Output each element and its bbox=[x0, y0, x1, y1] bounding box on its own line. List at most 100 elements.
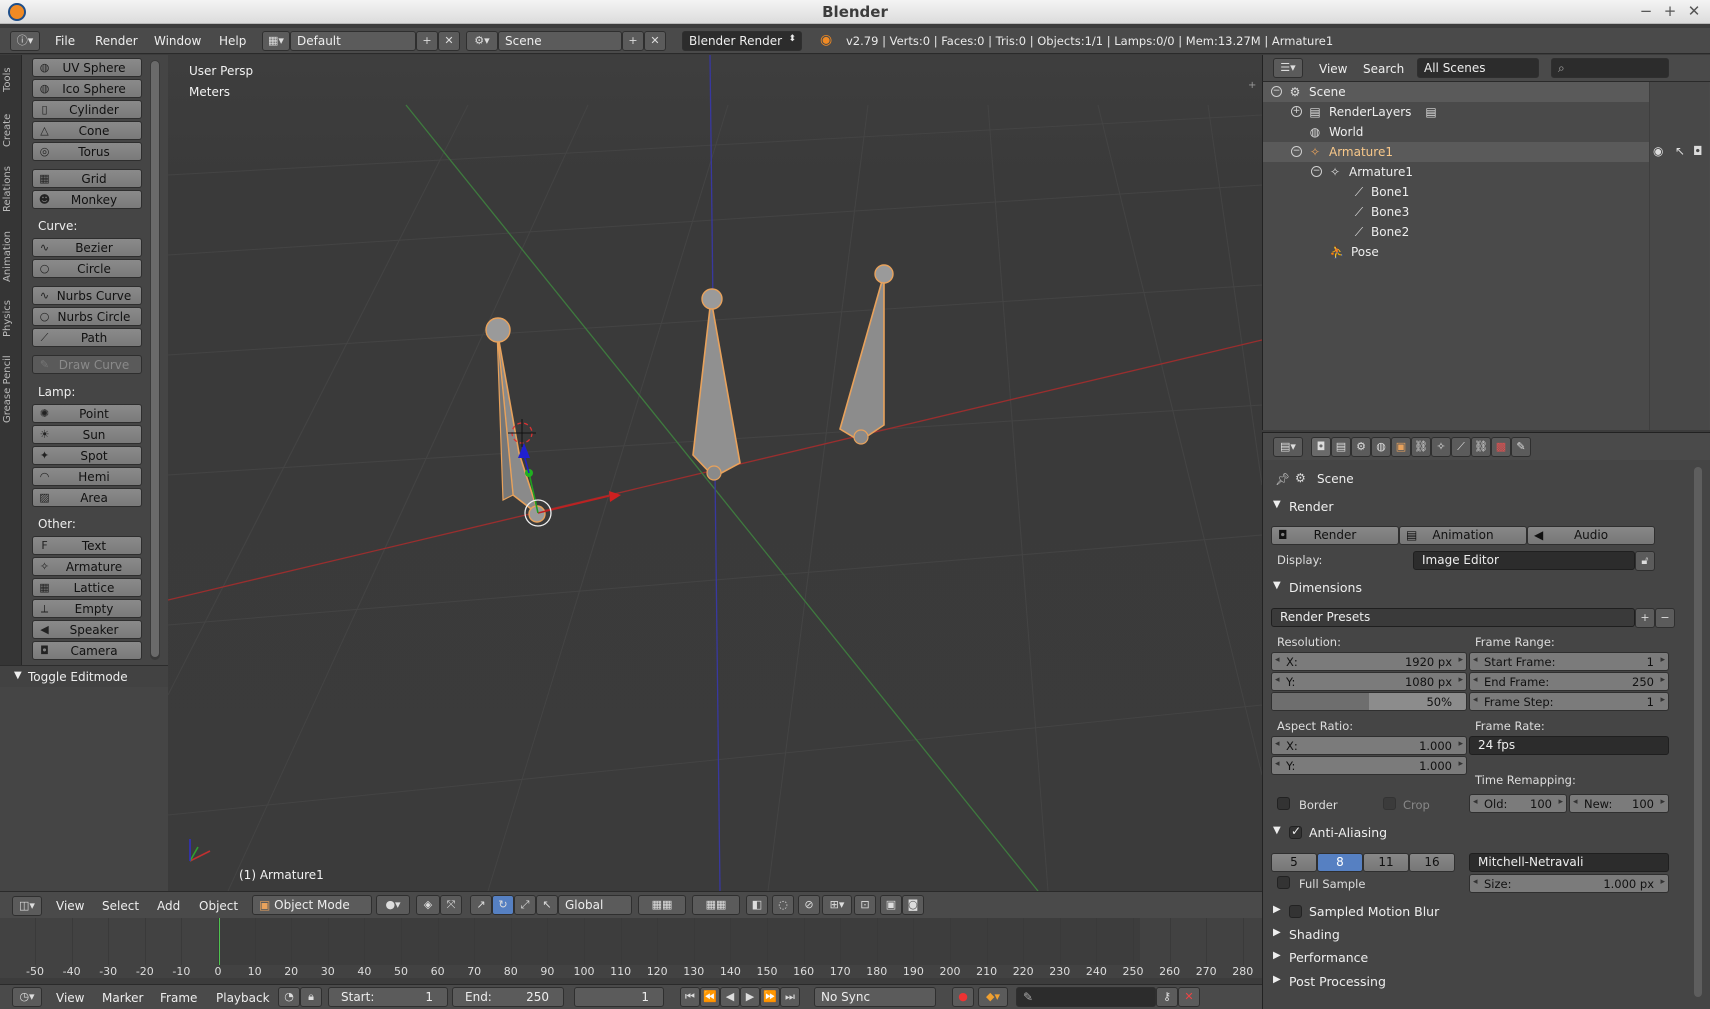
aa-filter-select[interactable]: Mitchell-Netravali bbox=[1469, 853, 1669, 872]
add-bezier-button[interactable]: ∿ Bezier bbox=[32, 238, 142, 257]
object-tab-icon[interactable]: ▣ bbox=[1391, 437, 1411, 457]
properties-editor-type-icon[interactable]: ▤▾ bbox=[1273, 437, 1303, 457]
aa-samples-11-button[interactable]: 11 bbox=[1363, 853, 1409, 872]
end-frame-prop-field[interactable]: ◂ End Frame: 250 ▸ bbox=[1469, 672, 1669, 691]
aa-samples-8-button[interactable]: 8 bbox=[1317, 853, 1363, 872]
time-remap-old-field[interactable]: ◂ Old: 100 ▸ bbox=[1469, 794, 1567, 813]
keying-icon[interactable]: ◆▾ bbox=[978, 987, 1008, 1007]
render-presets-select[interactable]: Render Presets bbox=[1271, 608, 1635, 627]
frame-step-field[interactable]: ◂ Frame Step: 1 ▸ bbox=[1469, 692, 1669, 711]
outliner-search-input[interactable]: ⌕ bbox=[1551, 58, 1669, 78]
add-path-button[interactable]: ⟋ Path bbox=[32, 328, 142, 347]
sync-mode-select[interactable]: No Sync bbox=[814, 987, 936, 1007]
layers-block-2-icon[interactable]: ▦▦ bbox=[692, 895, 740, 915]
minimize-button[interactable]: − bbox=[1636, 2, 1656, 20]
keying-set-field[interactable]: ✎ bbox=[1016, 987, 1156, 1007]
audio-button[interactable]: ◀ Audio bbox=[1527, 526, 1655, 545]
screen-layout-icon[interactable]: ▦▾ bbox=[262, 31, 290, 51]
resolution-x-field[interactable]: ◂ X: 1920 px ▸ bbox=[1271, 652, 1467, 671]
add-hemi-lamp-button[interactable]: ◠ Hemi bbox=[32, 467, 142, 486]
menu-file[interactable]: File bbox=[55, 34, 75, 48]
render-tab-icon[interactable]: ◘ bbox=[1311, 437, 1331, 457]
outliner-row-bone3[interactable]: ⟋ Bone3 bbox=[1263, 202, 1649, 222]
timeline-menu-frame[interactable]: Frame bbox=[160, 991, 197, 1005]
scene-selector-icon[interactable]: ⚙▾ bbox=[466, 31, 498, 51]
world-tab-icon[interactable]: ◍ bbox=[1371, 437, 1391, 457]
outliner-row-scene[interactable]: − ⚙ Scene bbox=[1263, 82, 1649, 102]
bone-tab-icon[interactable]: ⟋ bbox=[1451, 437, 1471, 457]
viewport-corner-widget[interactable]: + bbox=[1248, 80, 1256, 91]
editor-type-icon[interactable]: ◫▾ bbox=[12, 896, 42, 916]
add-speaker-button[interactable]: ◀ Speaker bbox=[32, 620, 142, 639]
add-cone-button[interactable]: △ Cone bbox=[32, 121, 142, 140]
sampled-motion-blur-panel-header[interactable]: ▶ Sampled Motion Blur bbox=[1263, 901, 1699, 923]
lock-range-icon[interactable]: 🔒︎ bbox=[300, 987, 322, 1007]
info-editor-type-icon[interactable]: ⓘ▾ bbox=[10, 31, 40, 51]
aspect-y-field[interactable]: ◂ Y: 1.000 ▸ bbox=[1271, 756, 1467, 775]
close-button[interactable]: ✕ bbox=[1684, 2, 1704, 20]
start-frame-prop-field[interactable]: ◂ Start Frame: 1 ▸ bbox=[1469, 652, 1669, 671]
start-frame-field[interactable]: Start: 1 bbox=[328, 987, 448, 1007]
timeline[interactable]: -50 -40 -30 -20 -10 0 10 20 30 40 50 60 70 80 90 100 110… bbox=[0, 918, 1262, 978]
3d-viewport[interactable]: + User Persp Meters (1) Armature1 bbox=[168, 55, 1262, 891]
add-empty-button[interactable]: ⟂ Empty bbox=[32, 599, 142, 618]
outliner-row-bone1[interactable]: ⟋ Bone1 bbox=[1263, 182, 1649, 202]
scale-manipulator-icon[interactable]: ⤢ bbox=[514, 895, 536, 915]
add-armature-button[interactable]: ✧ Armature bbox=[32, 557, 142, 576]
time-remap-new-field[interactable]: ◂ New: 100 ▸ bbox=[1569, 794, 1669, 813]
scene-field[interactable]: Scene bbox=[498, 31, 622, 51]
frame-rate-select[interactable]: 24 fps bbox=[1469, 736, 1669, 755]
layers-block-1-icon[interactable]: ▦▦ bbox=[638, 895, 686, 915]
visibility-eye-icon[interactable]: ◉ bbox=[1653, 144, 1663, 158]
menu-select[interactable]: Select bbox=[102, 899, 139, 913]
tab-physics[interactable]: Physics bbox=[2, 295, 20, 343]
add-uv-sphere-button[interactable]: ◍ UV Sphere bbox=[32, 58, 142, 77]
current-frame-field[interactable]: 1 bbox=[574, 987, 664, 1007]
outliner-menu-search[interactable]: Search bbox=[1363, 62, 1404, 76]
viewport-shading-icon[interactable]: ●▾ bbox=[376, 895, 410, 915]
tab-animation[interactable]: Animation bbox=[2, 225, 20, 289]
add-point-lamp-button[interactable]: ✺ Point bbox=[32, 404, 142, 423]
display-select[interactable]: Image Editor bbox=[1413, 551, 1635, 570]
menu-window[interactable]: Window bbox=[154, 34, 201, 48]
constraints-tab-icon[interactable]: ⛓ bbox=[1411, 437, 1431, 457]
texture-tab-icon[interactable]: ▩ bbox=[1491, 437, 1511, 457]
tab-tools[interactable]: Tools bbox=[2, 61, 20, 99]
remove-screen-icon[interactable]: ✕ bbox=[438, 31, 460, 51]
menu-help[interactable]: Help bbox=[219, 34, 246, 48]
translate-manipulator-icon[interactable]: ↗ bbox=[470, 895, 492, 915]
add-circle-button[interactable]: ○ Circle bbox=[32, 259, 142, 278]
outliner-row-world[interactable]: ◍ World bbox=[1263, 122, 1649, 142]
remove-preset-icon[interactable]: − bbox=[1655, 608, 1675, 628]
render-preview-icon[interactable]: ▣ bbox=[880, 895, 902, 915]
add-cylinder-button[interactable]: ▯ Cylinder bbox=[32, 100, 142, 119]
proportional-edit-icon[interactable]: ◌ bbox=[772, 895, 794, 915]
outliner-row-armature-data[interactable]: − ✧ Armature1 bbox=[1263, 162, 1649, 182]
selectability-cursor-icon[interactable]: ↖ bbox=[1675, 144, 1685, 158]
remove-scene-icon[interactable]: ✕ bbox=[644, 31, 666, 51]
play-icon[interactable]: ▶ bbox=[740, 987, 760, 1007]
anti-aliasing-checkbox[interactable] bbox=[1289, 824, 1302, 839]
add-screen-icon[interactable]: + bbox=[416, 31, 438, 51]
orientation-select[interactable]: Global bbox=[558, 895, 632, 915]
record-icon[interactable]: ● bbox=[952, 987, 974, 1007]
render-engine-select[interactable]: Blender Render ⬍ bbox=[682, 31, 802, 51]
add-scene-icon[interactable]: + bbox=[622, 31, 644, 51]
add-spot-lamp-button[interactable]: ✦ Spot bbox=[32, 446, 142, 465]
menu-view[interactable]: View bbox=[56, 899, 84, 913]
filter-size-field[interactable]: ◂ Size: 1.000 px ▸ bbox=[1469, 874, 1669, 893]
screen-layout-field[interactable]: Default bbox=[290, 31, 416, 51]
motion-blur-checkbox[interactable] bbox=[1289, 905, 1302, 918]
pin-icon[interactable]: 📌︎ bbox=[1275, 472, 1290, 486]
physics-tab-icon[interactable]: ✎ bbox=[1511, 437, 1531, 457]
aa-samples-5-button[interactable]: 5 bbox=[1271, 853, 1317, 872]
insert-keyframe-icon[interactable]: ⚷ bbox=[1156, 987, 1178, 1007]
outliner-row-pose[interactable]: ⛹ Pose bbox=[1263, 242, 1649, 262]
add-nurbs-curve-button[interactable]: ∿ Nurbs Curve bbox=[32, 286, 142, 305]
render-layers-tab-icon[interactable]: ▤ bbox=[1331, 437, 1351, 457]
scene-tab-icon[interactable]: ⚙ bbox=[1351, 437, 1371, 457]
toolshelf-scrollbar[interactable] bbox=[150, 60, 160, 660]
end-frame-field[interactable]: End: 250 bbox=[452, 987, 564, 1007]
manipulator-toggle-icon[interactable]: ⤧ bbox=[440, 895, 462, 915]
add-area-lamp-button[interactable]: ▨ Area bbox=[32, 488, 142, 507]
